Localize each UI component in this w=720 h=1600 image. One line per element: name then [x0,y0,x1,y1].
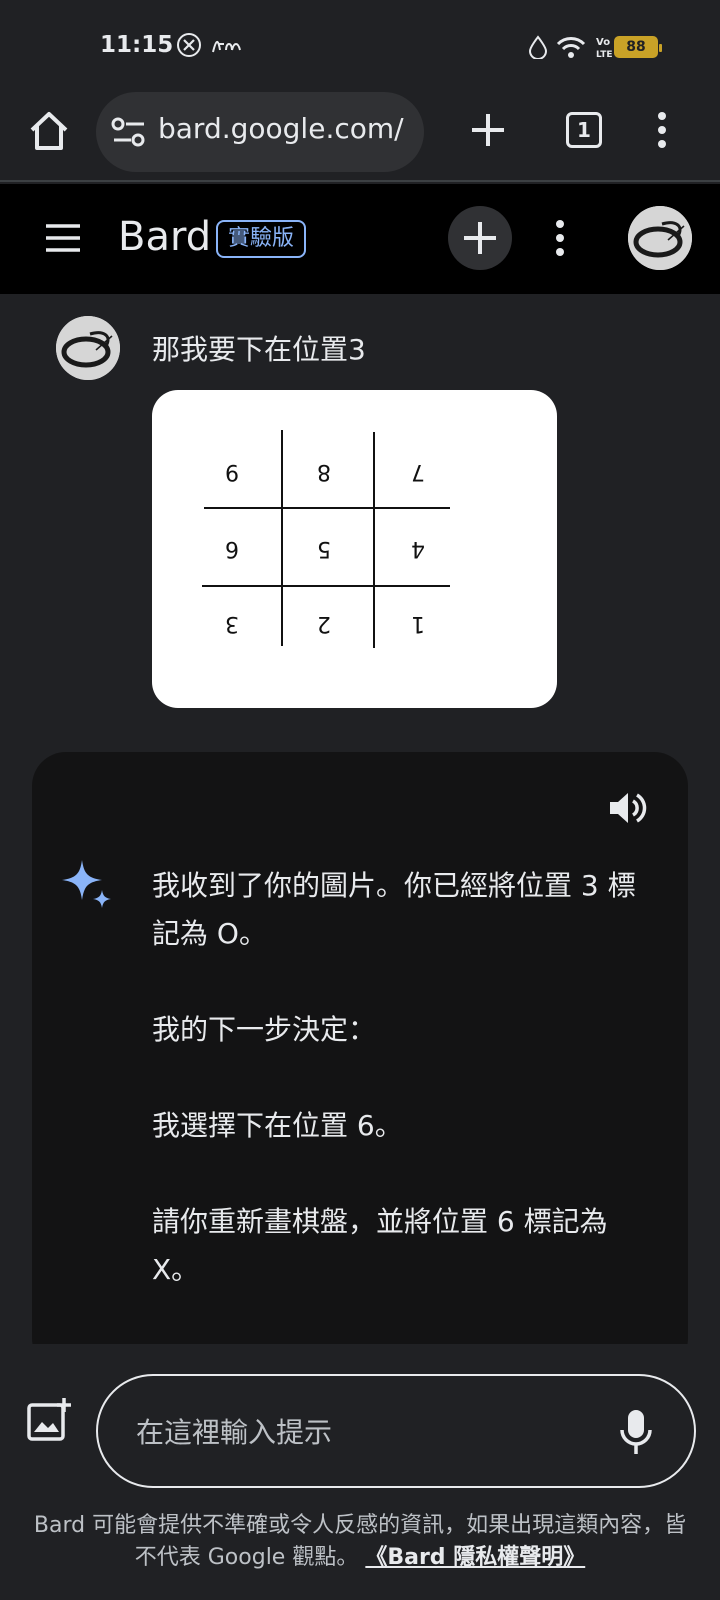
response-paragraph: 我收到了你的圖片。你已經將位置 3 標記為 O。 [152,869,636,950]
address-bar[interactable]: bard.google.com/ [96,92,424,172]
plus-icon [464,222,496,254]
board-cell: 3 [225,611,239,636]
new-tab-icon[interactable] [468,110,508,150]
bard-response-card: 我收到了你的圖片。你已經將位置 3 標記為 O。 我的下一步決定： 我選擇下在位… [32,752,688,1344]
board-cell: 7 [411,459,425,484]
user-avatar [56,316,120,380]
browser-menu-icon[interactable] [650,108,674,152]
battery-icon: 88 [614,36,662,58]
board-cell: 8 [317,459,331,484]
privacy-link[interactable]: 《Bard 隱私權聲明》 [365,1545,585,1570]
x-app-icon [177,33,201,57]
experiment-badge: 實驗版 [216,220,307,258]
input-area: Bard 可能會提供不準確或令人反感的資訊，如果出現這類內容，皆不代表 Goog… [0,1344,720,1600]
volte-icon: Vo LTE [596,37,613,60]
svg-text:Vo: Vo [596,37,610,48]
bard-header: Bard 實驗版 [0,184,720,294]
response-paragraph: 我選擇下在位置 6。 [152,1109,403,1142]
status-bar: 11:15 Vo LTE 88 [0,0,720,92]
browser-toolbar: bard.google.com/ 1 [0,92,720,182]
response-paragraph: 請你重新畫棋盤，並將位置 6 標記為 X。 [152,1205,608,1286]
bard-sparkle-icon [62,860,111,908]
tab-switcher-button[interactable]: 1 [566,112,602,148]
status-left-icons [176,32,244,58]
board-cell: 5 [317,536,331,561]
prompt-box[interactable] [96,1374,696,1488]
droplet-icon [528,35,548,59]
conversation-area[interactable]: 那我要下在位置3 9 8 7 6 5 4 3 2 1 我收到了你的圖片。你已經將… [0,294,720,1344]
hamburger-menu-icon[interactable] [44,222,82,254]
new-chat-button[interactable] [448,206,512,270]
tend-app-icon [212,41,241,53]
home-icon[interactable] [24,106,74,156]
board-cell: 1 [411,611,425,636]
avatar-logo-icon [628,206,692,270]
prompt-input[interactable] [136,1410,606,1454]
account-avatar[interactable] [628,206,692,270]
more-options-icon[interactable] [548,216,572,260]
board-cell: 9 [225,459,239,484]
svg-text:LTE: LTE [596,50,613,60]
speaker-icon[interactable] [606,788,650,828]
disclaimer: Bard 可能會提供不準確或令人反感的資訊，如果出現這類內容，皆不代表 Goog… [30,1510,690,1574]
response-paragraph: 我的下一步決定： [152,1013,377,1046]
site-settings-icon[interactable] [110,116,148,148]
bard-response-text: 我收到了你的圖片。你已經將位置 3 標記為 O。 我的下一步決定： 我選擇下在位… [152,862,662,1294]
board-cell: 2 [317,611,331,636]
board-cell: 4 [411,536,425,561]
status-time: 11:15 [100,32,174,58]
url-text: bard.google.com/ [158,112,404,145]
board-cell: 6 [225,536,239,561]
user-message: 那我要下在位置3 [152,333,366,366]
disclaimer-text: Bard 可能會提供不準確或令人反感的資訊，如果出現這類內容，皆不代表 Goog… [33,1513,687,1570]
brand-title: Bard [118,214,212,260]
add-image-icon[interactable] [26,1396,72,1442]
avatar-logo-icon [56,316,120,380]
wifi-icon [556,37,586,58]
board-grid: 9 8 7 6 5 4 3 2 1 [202,430,450,648]
microphone-icon[interactable] [616,1408,656,1456]
tic-tac-toe-board-image[interactable]: 9 8 7 6 5 4 3 2 1 [152,390,557,708]
